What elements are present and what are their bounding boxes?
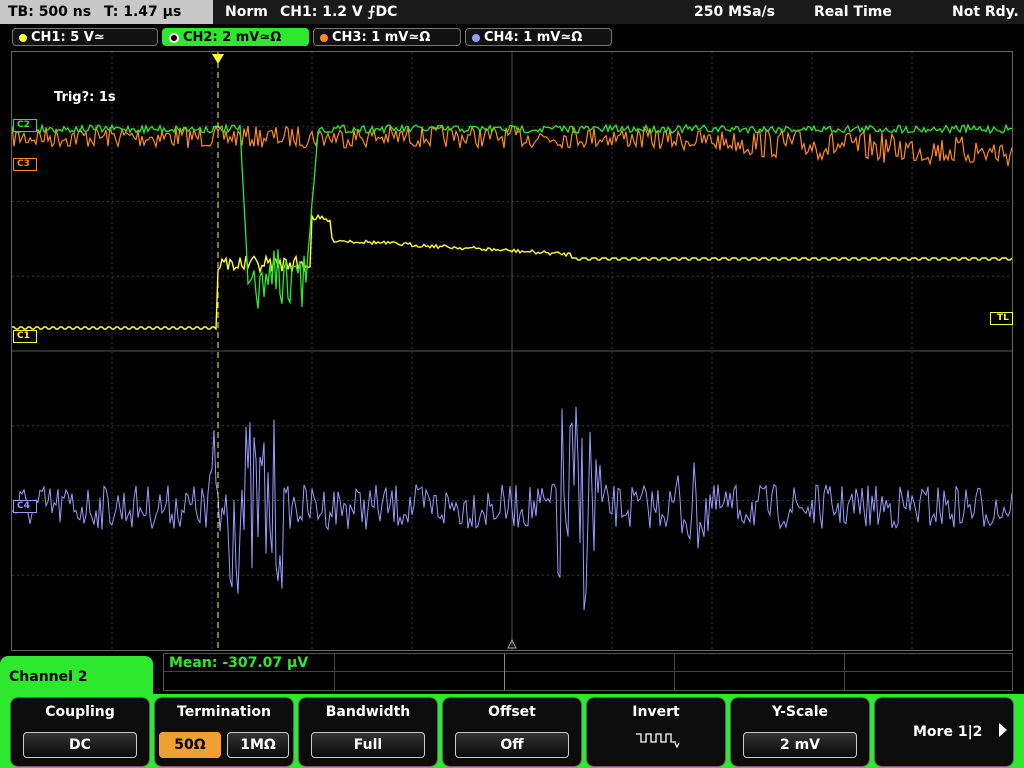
termination-1m-option[interactable]: 1MΩ xyxy=(227,732,289,758)
bandwidth-value[interactable]: Full xyxy=(311,732,425,758)
yscale-value[interactable]: 2 mV xyxy=(743,732,857,758)
measurement-bar: Mean: -307.07 µV xyxy=(163,653,1013,691)
ch4-dot-icon xyxy=(472,33,480,42)
more-softkey[interactable]: More 1|2 xyxy=(874,697,1014,767)
trigger-status: Not Rdy. xyxy=(952,4,1019,20)
timebase: TB: 500 ns xyxy=(8,4,92,20)
yscale-label: Y-Scale xyxy=(771,704,828,720)
ch3-tab[interactable]: CH3: 1 mV≃Ω xyxy=(313,28,461,46)
offset-label: Offset xyxy=(488,704,536,720)
invert-label: Invert xyxy=(632,704,680,720)
ch3-label: CH3: 1 mV≃Ω xyxy=(332,30,431,45)
invert-softkey[interactable]: Invert xyxy=(586,697,726,767)
ch4-level-marker[interactable]: C4 xyxy=(13,500,37,513)
next-page-icon xyxy=(999,723,1007,737)
timebase-box[interactable]: TB: 500 ns T: 1.47 µs xyxy=(0,0,213,24)
ch1-level-marker[interactable]: C1 xyxy=(13,330,37,343)
ch2-tab[interactable]: CH2: 2 mV≃Ω xyxy=(162,28,309,46)
ch1-tab[interactable]: CH1: 5 V≃ xyxy=(12,28,158,46)
ch3-level-marker[interactable]: C3 xyxy=(13,158,37,171)
bandwidth-label: Bandwidth xyxy=(325,704,411,720)
menu-title: Channel 2 xyxy=(9,669,88,685)
bandwidth-softkey[interactable]: Bandwidth Full xyxy=(298,697,438,767)
ch1-label: CH1: 5 V≃ xyxy=(31,30,105,45)
ch1-dot-icon xyxy=(19,33,27,42)
termination-label: Termination xyxy=(177,704,271,720)
trigger-wait-text: Trig?: 1s xyxy=(54,90,116,105)
offset-softkey[interactable]: Offset Off xyxy=(442,697,582,767)
trigger-position-icon xyxy=(212,54,224,64)
sample-rate: 250 MSa/s xyxy=(694,4,776,20)
menu-title-tab: Channel 2 xyxy=(0,656,153,696)
yscale-softkey[interactable]: Y-Scale 2 mV xyxy=(730,697,870,767)
ch2-dot-icon xyxy=(169,32,179,43)
coupling-value[interactable]: DC xyxy=(23,732,137,758)
coupling-softkey[interactable]: Coupling DC xyxy=(10,697,150,767)
ch3-dot-icon xyxy=(320,33,328,42)
trigger-level-marker[interactable]: TL xyxy=(990,312,1013,325)
offset-value[interactable]: Off xyxy=(455,732,569,758)
trigger-info[interactable]: CH1: 1.2 V ⨍DC xyxy=(280,0,397,24)
termination-50-option[interactable]: 50Ω xyxy=(159,732,221,758)
trigger-time: T: 1.47 µs xyxy=(103,4,182,20)
ch2-level-marker[interactable]: C2 xyxy=(13,119,37,132)
waveform-display[interactable] xyxy=(11,51,1013,651)
ch4-tab[interactable]: CH4: 1 mV≃Ω xyxy=(465,28,612,46)
trigger-mode[interactable]: Norm xyxy=(225,0,268,24)
termination-softkey[interactable]: Termination 50Ω 1MΩ xyxy=(154,697,294,767)
ch2-label: CH2: 2 mV≃Ω xyxy=(183,30,282,45)
acquisition-mode: Real Time xyxy=(814,4,892,20)
mean-measurement: Mean: -307.07 µV xyxy=(169,655,309,671)
waveform-canvas xyxy=(12,52,1012,650)
invert-waveform-icon xyxy=(636,733,680,749)
coupling-label: Coupling xyxy=(45,704,115,720)
more-label: More 1|2 xyxy=(913,724,983,740)
ch4-label: CH4: 1 mV≃Ω xyxy=(484,30,583,45)
